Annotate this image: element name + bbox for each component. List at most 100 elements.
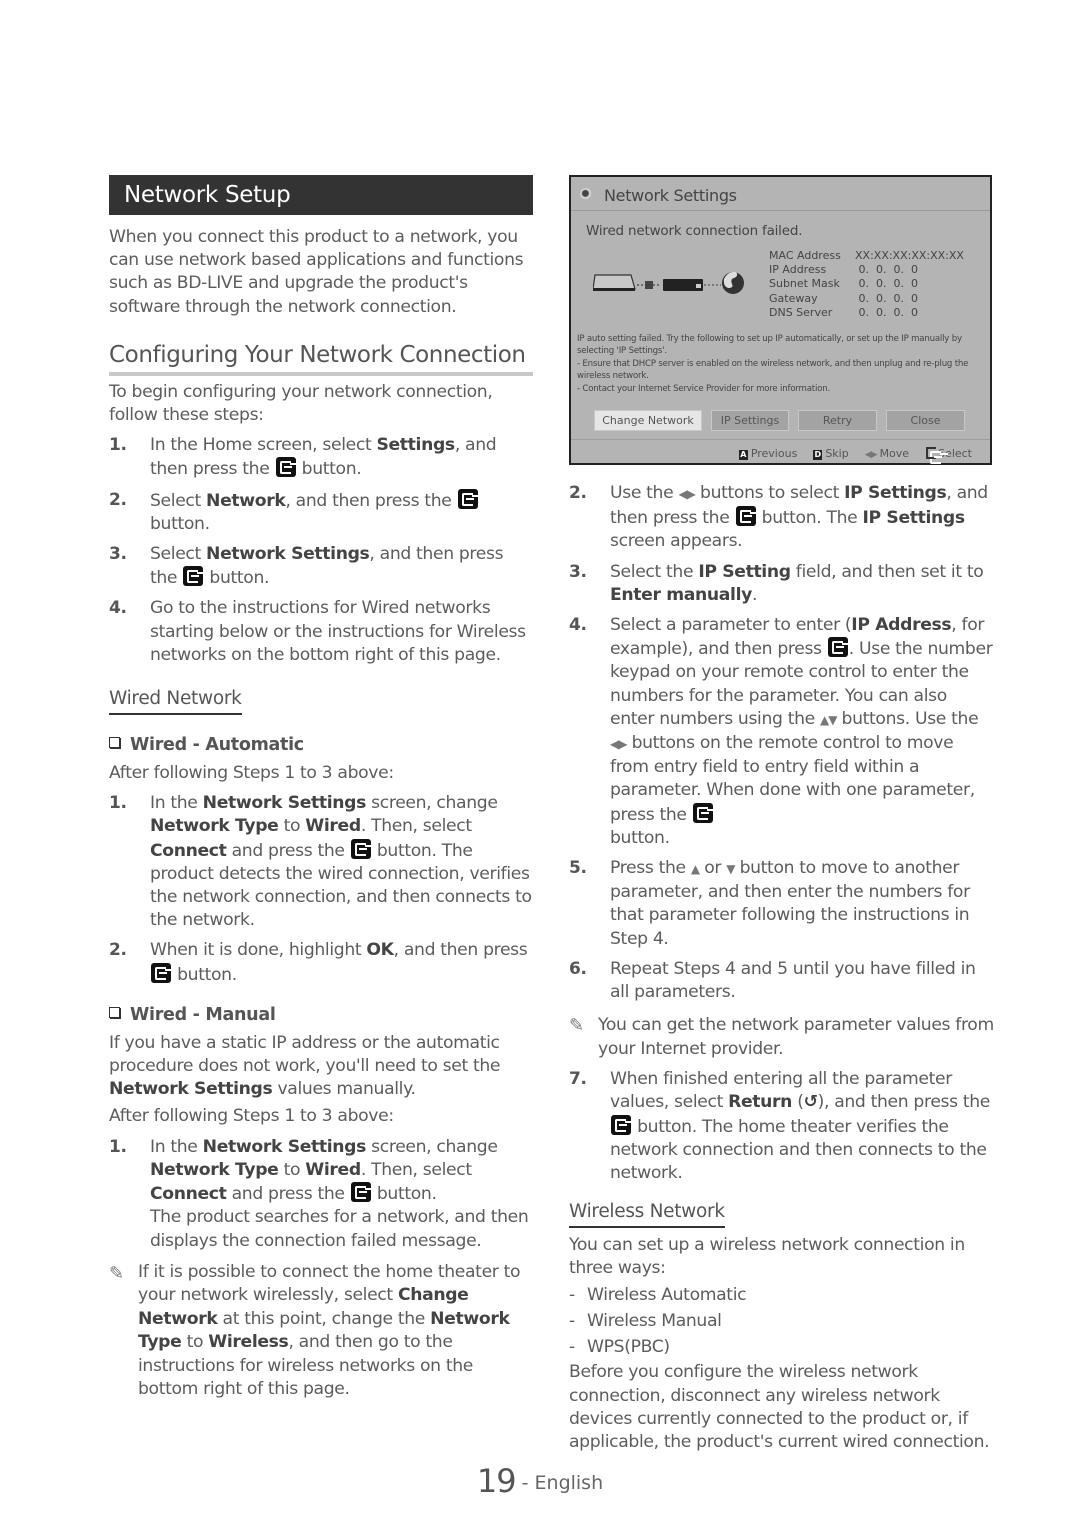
checkbox-bullet-icon [109,737,120,749]
ip-steps: 2. Use the ◀▶ buttons to select IP Setti… [569,482,994,1004]
step-text: and press the [226,1184,350,1205]
step-number: 1. [109,1136,127,1157]
step-text: Select [150,490,207,511]
panel-title-text: Network Settings [604,186,737,205]
left-column: Network Setup When you connect this prod… [109,175,533,1402]
ip-step: 3. Select the IP Setting field, and then… [569,561,994,607]
wireless-network-heading: Wireless Network [569,1200,725,1229]
bold-term: Network Type [150,816,279,837]
note-pencil-icon: ✎ [569,1015,584,1037]
bold-term: Connect [150,1184,227,1205]
step-text: button. [371,1184,437,1205]
up-arrow-icon: ▲ [690,862,700,877]
wired-network-heading: Wired Network [109,687,242,716]
bold-term: Wireless [208,1332,289,1353]
info-value: 0. 0. 0. 0 [855,263,918,277]
info-label: MAC Address [769,249,841,262]
return-icon: ↺ [803,1092,818,1113]
bold-term: Wired [305,816,361,837]
step-number: 2. [109,940,127,961]
globe-icon [722,271,744,294]
key-guide-label: Previous [750,447,798,460]
panel-message-line: - Contact your Internet Service Provider… [577,383,830,394]
enter-button-icon [457,488,478,509]
bold-term: Network Settings [109,1079,273,1100]
config-step: 1. In the Home screen, select Settings, … [109,434,533,481]
desc-text: If you have a static IP address or the a… [109,1032,501,1077]
wired-manual-after: After following Steps 1 to 3 above: [109,1106,394,1127]
panel-status: Wired network connection failed. [586,223,803,239]
note-pencil-icon: ✎ [109,1262,124,1284]
bold-term: Network Settings [202,1136,367,1157]
bold-term: Connect [150,840,227,861]
config-heading: Configuring Your Network Connection [109,341,533,376]
panel-title: Network Settings [571,177,990,211]
panel-message-line: IP auto setting failed. Try the followin… [577,334,962,357]
step-text: ), and then press the [817,1092,991,1113]
bold-term: Network Settings [206,544,370,565]
ip-step: 6. Repeat Steps 4 and 5 until you have f… [569,958,994,1004]
step-text: to [278,1159,306,1180]
step-text: and press the [226,840,350,861]
step-number: 4. [569,615,587,636]
ip-step: 4. Select a parameter to enter (IP Addre… [569,614,994,850]
desc-text: values manually. [272,1079,416,1100]
retry-button[interactable]: Retry [798,410,877,431]
enter-button-icon [692,802,713,823]
wireless-outro: Before you configure the wireless networ… [569,1362,990,1452]
step-text: In the Home screen, select [150,435,377,456]
step-text: button. [301,459,362,480]
info-label: Gateway [769,291,818,305]
step-text: buttons to select [694,483,845,503]
step-text: screen, change [366,793,498,814]
step-number: 6. [569,958,587,979]
section-title: Network Setup [109,175,533,215]
enter-button-icon [350,1182,371,1203]
step-number: 2. [109,489,127,510]
step-text: Use the [610,483,679,503]
step-text: button. [209,568,270,589]
enter-key-icon [926,447,943,464]
step-text: field, and then set it to [790,561,984,582]
key-guide-label: Select [938,447,972,460]
step-text: screen, change [366,1136,498,1157]
info-row: Subnet Mask 0. 0. 0. 0 [769,277,964,291]
info-value: XX:XX:XX:XX:XX:XX [855,249,964,262]
wired-auto-steps: 1. In the Network Settings screen, chang… [109,792,533,987]
panel-buttons: Change Network IP Settings Retry Close [594,410,965,431]
step-number: 3. [569,561,587,582]
close-button[interactable]: Close [886,410,965,431]
subheading-text: Wired - Automatic [130,735,304,756]
step-text: button. [172,964,237,985]
step-number: 7. [569,1069,587,1090]
note-text: to [181,1332,209,1353]
page-number: 19 [476,1462,517,1500]
bold-term: Network Settings [202,793,367,814]
bold-term: Enter manually [610,584,752,605]
info-row: Gateway 0. 0. 0. 0 [769,292,964,306]
network-diagram-icon [593,271,744,294]
bold-term: Settings [376,435,455,456]
checkbox-bullet-icon [109,1006,120,1018]
change-network-button[interactable]: Change Network [594,410,702,431]
left-right-arrows-icon: ◀▶ [864,450,878,460]
step-text: Select the [610,561,699,582]
info-label: IP Address [769,263,827,277]
ip-note: ✎ You can get the network parameter value… [569,1013,994,1061]
step-text: buttons. Use the [836,708,979,729]
panel-key-guide: A Previous D Skip ◀▶ Move Select [738,447,972,464]
ip-settings-button[interactable]: IP Settings [711,410,789,431]
wired-auto-step: 1. In the Network Settings screen, chang… [109,792,533,932]
wired-automatic-heading: Wired - Automatic [109,735,533,755]
step-text: button. The home theater verifies the ne… [610,1116,987,1184]
enter-button-icon [275,457,296,478]
bold-term: IP Setting [698,561,791,582]
step-number: 5. [569,858,587,879]
note-text: at this point, change the [217,1308,431,1329]
router-icon [663,279,703,291]
panel-bullet-icon [580,188,592,200]
config-steps: 1. In the Home screen, select Settings , … [109,434,533,667]
a-key-icon: A [738,450,748,460]
info-row: DNS Server 0. 0. 0. 0 [769,306,964,320]
enter-button-icon [611,1114,631,1135]
